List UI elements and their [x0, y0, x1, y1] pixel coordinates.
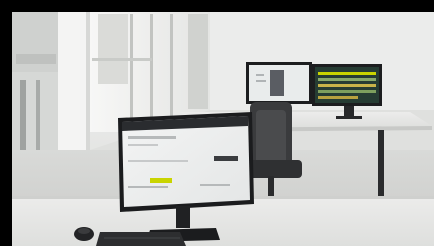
office-workspace-photo — [0, 0, 434, 246]
keyboard — [96, 232, 186, 246]
